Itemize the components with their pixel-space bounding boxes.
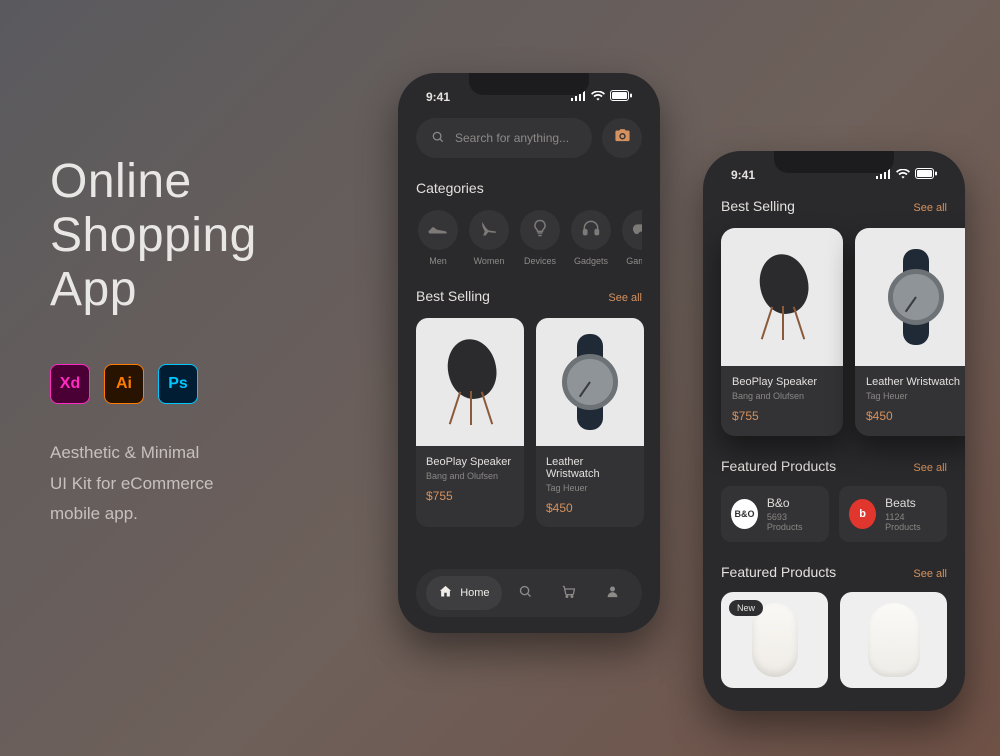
featured-brands-list: B&O B&o 5693 Products b Beats 1124 Produ… (721, 486, 947, 542)
product-price: $755 (732, 409, 832, 423)
status-time: 9:41 (731, 168, 755, 182)
bulb-icon (530, 218, 550, 243)
see-all-link[interactable]: See all (913, 462, 947, 474)
best-selling-list: BeoPlay Speaker Bang and Olufsen $755 Le… (416, 318, 642, 527)
category-label: Gaming (620, 256, 642, 266)
product-card-speaker[interactable]: BeoPlay Speaker Bang and Olufsen $755 (416, 318, 524, 527)
wifi-icon (896, 168, 910, 182)
search-placeholder: Search for anything... (455, 131, 569, 145)
hero-title-line: Online (50, 155, 192, 208)
headphones-icon (581, 218, 601, 243)
product-brand: Tag Heuer (866, 391, 965, 401)
battery-icon (915, 168, 937, 182)
brand-count: 1124 Products (885, 512, 937, 532)
best-selling-heading: Best Selling (416, 288, 490, 304)
hero-title-line: Shopping (50, 209, 257, 262)
phone-notch (469, 73, 589, 95)
product-image (868, 603, 920, 677)
category-men[interactable]: Men (416, 210, 460, 266)
see-all-link[interactable]: See all (608, 292, 642, 304)
search-icon (431, 130, 445, 147)
camera-icon (614, 127, 631, 149)
categories-list: Men Women Devices Gadgets Gaming (416, 210, 642, 266)
category-women[interactable]: Women (467, 210, 511, 266)
hero-title: Online Shopping App (50, 155, 350, 316)
product-image (536, 318, 644, 446)
category-label: Men (416, 256, 460, 266)
tagline-line: Aesthetic & Minimal (50, 443, 199, 462)
product-brand: Bang and Olufsen (732, 391, 832, 401)
see-all-link[interactable]: See all (913, 202, 947, 214)
search-input[interactable]: Search for anything... (416, 118, 592, 158)
see-all-link[interactable]: See all (913, 568, 947, 580)
best-selling-list: BeoPlay Speaker Bang and Olufsen $755 Le… (721, 228, 947, 436)
category-label: Devices (518, 256, 562, 266)
hero-title-line: App (50, 263, 137, 316)
tagline-line: mobile app. (50, 504, 138, 523)
adobe-illustrator-badge: Ai (104, 364, 144, 404)
brand-logo-beats: b (849, 499, 876, 529)
tagline-line: UI Kit for eCommerce (50, 474, 213, 493)
brand-tile-beats[interactable]: b Beats 1124 Products (839, 486, 947, 542)
sneaker-icon (427, 217, 449, 244)
product-image (721, 228, 843, 366)
tool-badges: Xd Ai Ps (50, 364, 350, 404)
nav-home[interactable]: Home (426, 576, 501, 610)
user-icon (605, 584, 620, 602)
brand-tile-bo[interactable]: B&O B&o 5693 Products (721, 486, 829, 542)
product-card-watch[interactable]: Leather Wristwatch Tag Heuer $450 (536, 318, 644, 527)
marketing-hero: Online Shopping App Xd Ai Ps Aesthetic &… (50, 155, 350, 530)
gamepad-icon (631, 217, 642, 244)
best-selling-heading: Best Selling (721, 198, 795, 214)
camera-search-button[interactable] (602, 118, 642, 158)
product-card-speaker[interactable]: BeoPlay Speaker Bang and Olufsen $755 (721, 228, 843, 436)
product-name: BeoPlay Speaker (426, 456, 514, 468)
brand-name: Beats (885, 496, 937, 510)
brand-name: B&o (767, 496, 819, 510)
featured-products-heading: Featured Products (721, 564, 836, 580)
product-name: BeoPlay Speaker (732, 376, 832, 388)
nav-profile[interactable] (593, 576, 632, 610)
phone-notch (774, 151, 894, 173)
brand-logo-bo: B&O (731, 499, 758, 529)
category-label: Gadgets (569, 256, 613, 266)
product-brand: Tag Heuer (546, 483, 634, 493)
heel-icon (479, 218, 499, 243)
product-price: $450 (546, 501, 634, 515)
product-name: Leather Wristwatch (546, 456, 634, 480)
product-image (416, 318, 524, 446)
battery-icon (610, 90, 632, 104)
category-gaming[interactable]: Gaming (620, 210, 642, 266)
product-image (855, 228, 965, 366)
brand-count: 5693 Products (767, 512, 819, 532)
product-price: $755 (426, 489, 514, 503)
product-price: $450 (866, 409, 965, 423)
bottom-nav: Home (416, 569, 642, 617)
product-brand: Bang and Olufsen (426, 471, 514, 481)
category-devices[interactable]: Devices (518, 210, 562, 266)
category-gadgets[interactable]: Gadgets (569, 210, 613, 266)
categories-heading: Categories (416, 180, 642, 196)
phone-mockup-scroll: 9:41 Best Selling See all BeoPlay Speake… (703, 151, 965, 711)
phone-mockup-home: 9:41 Search for anything... Categori (398, 73, 660, 633)
featured-product-card[interactable]: New (721, 592, 828, 688)
category-label: Women (467, 256, 511, 266)
nav-label: Home (460, 587, 489, 599)
adobe-photoshop-badge: Ps (158, 364, 198, 404)
home-icon (438, 584, 453, 602)
status-time: 9:41 (426, 90, 450, 104)
featured-products-list: New (721, 592, 947, 688)
cart-icon (561, 584, 576, 602)
adobe-xd-badge: Xd (50, 364, 90, 404)
product-name: Leather Wristwatch (866, 376, 965, 388)
product-card-watch[interactable]: Leather Wristwatch Tag Heuer $450 (855, 228, 965, 436)
featured-products-heading: Featured Products (721, 458, 836, 474)
nav-cart[interactable] (549, 576, 588, 610)
search-icon (518, 584, 533, 602)
new-badge: New (729, 600, 763, 616)
wifi-icon (591, 90, 605, 104)
hero-tagline: Aesthetic & Minimal UI Kit for eCommerce… (50, 438, 350, 530)
featured-product-card[interactable] (840, 592, 947, 688)
nav-search[interactable] (506, 576, 545, 610)
